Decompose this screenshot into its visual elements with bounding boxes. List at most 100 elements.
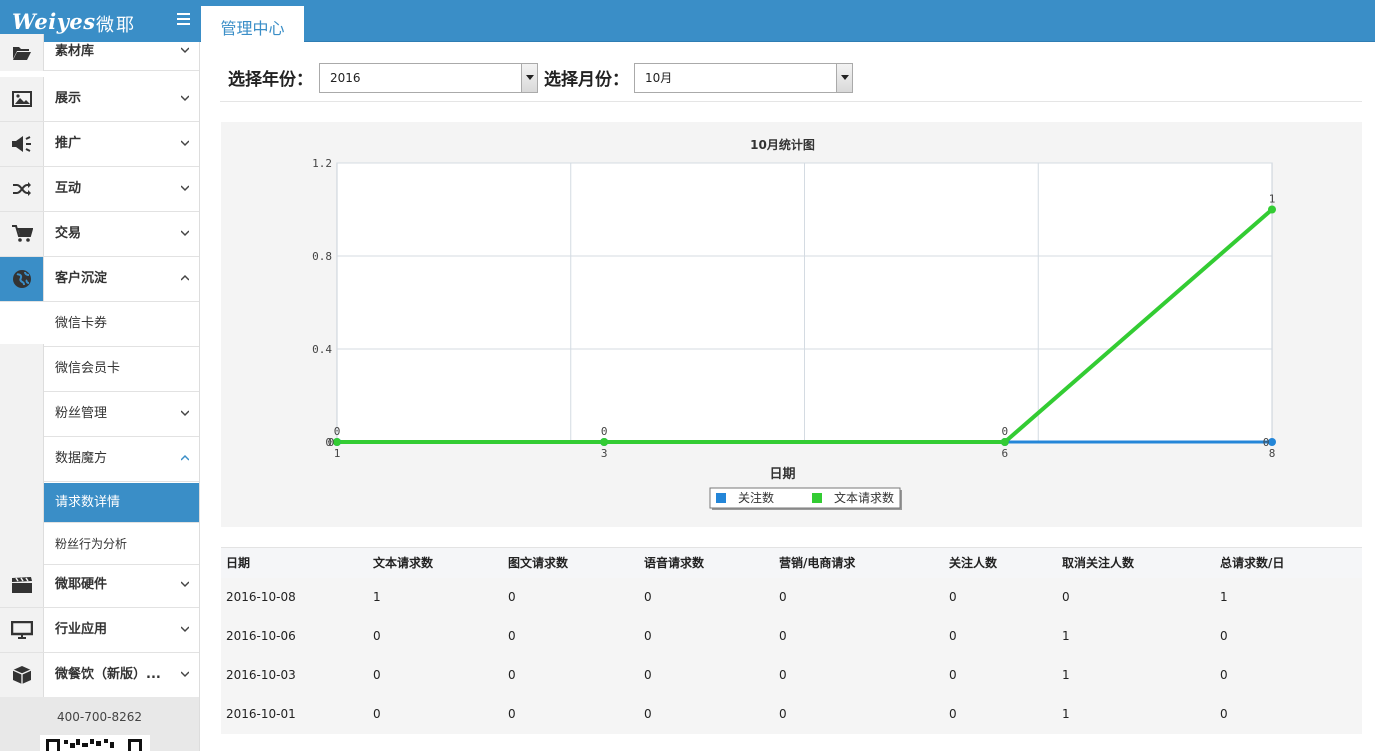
stats-table: 日期 文本请求数 图文请求数 语音请求数 营销/电商请求 关注人数 取消关注人数 总请求数/日… — [221, 547, 1362, 734]
sidebar-subitem-label: 微信会员卡 — [55, 361, 121, 376]
dropdown-arrow-icon[interactable] — [836, 64, 852, 92]
chart-panel: 0 0.4 0.8 1.2 1 3 6 8 10月统计图 日期 0 0 0 1 0 0 关注数 文本请求数 — [221, 122, 1362, 527]
chevron-down-icon — [181, 626, 189, 633]
month-label: 选择月份： — [544, 70, 629, 90]
cube-icon — [0, 653, 44, 697]
table-cell: 2016-10-06 — [221, 616, 368, 656]
data-label: 0 — [328, 436, 335, 449]
table-cell: 0 — [1215, 655, 1362, 695]
tab-management-center[interactable]: 管理中心 — [201, 6, 304, 42]
table-cell: 0 — [774, 655, 944, 695]
column-header: 总请求数/日 — [1215, 547, 1362, 578]
sidebar-subitem-fans-management[interactable]: 粉丝管理 — [44, 392, 199, 437]
column-header: 取消关注人数 — [1057, 547, 1215, 578]
table-cell: 1 — [1057, 694, 1215, 734]
sidebar-item-display[interactable]: 展示 — [0, 77, 199, 122]
sidebar-subitem-label: 数据魔方 — [55, 451, 108, 466]
table-row: 2016-10-01 0 0 0 0 0 1 0 — [221, 694, 1362, 734]
data-label: 0 — [334, 425, 341, 438]
table-row: 2016-10-03 0 0 0 0 0 1 0 — [221, 655, 1362, 695]
sidebar-footer: 400-700-8262 — [0, 697, 199, 751]
sidebar-subitem-wechat-coupon[interactable]: 微信卡券 — [44, 302, 199, 347]
year-select-value: 2016 — [330, 71, 361, 85]
y-tick-label: 0.8 — [312, 250, 332, 263]
table-cell: 2016-10-01 — [221, 694, 368, 734]
data-label: 0 — [1263, 436, 1270, 449]
column-header: 营销/电商请求 — [774, 547, 944, 578]
x-tick-label: 1 — [334, 447, 341, 460]
sidebar-subitem-fans-behavior[interactable]: 粉丝行为分析 — [44, 523, 199, 565]
table-cell: 0 — [1215, 694, 1362, 734]
globe-icon — [0, 257, 44, 301]
legend-label: 关注数 — [738, 490, 774, 505]
data-label: 0 — [1002, 425, 1009, 438]
month-select-value: 10月 — [645, 71, 673, 85]
data-point — [1000, 438, 1009, 446]
sidebar-item-label: 素材库 — [55, 44, 95, 59]
table-cell: 0 — [944, 616, 1057, 656]
chevron-down-icon — [181, 410, 189, 417]
chevron-down-icon — [181, 47, 189, 54]
data-label: 0 — [601, 425, 608, 438]
table-cell: 0 — [1057, 577, 1215, 617]
sidebar-item-promotion[interactable]: 推广 — [0, 122, 199, 167]
table-cell: 1 — [1057, 655, 1215, 695]
table-cell: 0 — [944, 694, 1057, 734]
month-select[interactable]: 10月 — [634, 63, 853, 93]
table-cell: 1 — [1057, 616, 1215, 656]
sidebar-item-label: 行业应用 — [55, 622, 108, 637]
table-cell: 0 — [774, 577, 944, 617]
year-select[interactable]: 2016 — [319, 63, 538, 93]
dropdown-arrow-icon[interactable] — [521, 64, 537, 92]
sidebar-subitem-label: 粉丝管理 — [55, 406, 108, 421]
sidebar-item-materials[interactable]: 素材库 — [0, 34, 199, 71]
sidebar-item-customer[interactable]: 客户沉淀 — [0, 257, 199, 302]
column-header: 关注人数 — [944, 547, 1057, 578]
table-cell: 0 — [368, 616, 503, 656]
sidebar-item-catering[interactable]: 微餐饮（新版）... — [0, 653, 199, 698]
sidebar-item-hardware[interactable]: 微耶硬件 — [0, 563, 199, 608]
table-cell: 0 — [944, 655, 1057, 695]
legend-swatch — [716, 493, 726, 503]
sidebar-subitem-label: 微信卡券 — [55, 316, 108, 331]
folder-open-icon — [0, 34, 44, 71]
column-header: 图文请求数 — [503, 547, 639, 578]
chevron-up-icon — [181, 274, 189, 281]
table-cell: 0 — [639, 694, 774, 734]
monitor-icon — [0, 608, 44, 652]
sidebar-item-interaction[interactable]: 互动 — [0, 167, 199, 212]
x-tick-label: 3 — [601, 447, 608, 460]
menu-toggle-icon[interactable] — [177, 13, 190, 26]
app-window: Weiyes 微耶 管理中心 素材库 展示 推广 互动 交易 客户沉淀 微信卡券… — [0, 0, 1375, 751]
table-cell: 0 — [774, 694, 944, 734]
column-header: 文本请求数 — [368, 547, 503, 578]
table-cell: 0 — [368, 655, 503, 695]
column-header: 日期 — [221, 547, 368, 578]
sidebar-subitem-member-card[interactable]: 微信会员卡 — [44, 347, 199, 392]
sidebar-subitem-label: 粉丝行为分析 — [55, 537, 128, 551]
clapper-icon — [0, 563, 44, 607]
table-cell: 1 — [368, 577, 503, 617]
table-header-row: 日期 文本请求数 图文请求数 语音请求数 营销/电商请求 关注人数 取消关注人数 总请求数/日 — [221, 547, 1362, 578]
sidebar-subitem-request-details[interactable]: 请求数详情 — [44, 483, 199, 523]
chevron-down-icon — [181, 140, 189, 147]
table-cell: 0 — [368, 694, 503, 734]
sidebar-item-trade[interactable]: 交易 — [0, 212, 199, 257]
sidebar-subitem-data-cube[interactable]: 数据魔方 — [44, 437, 199, 482]
table-row: 2016-10-08 1 0 0 0 0 0 1 — [221, 577, 1362, 617]
x-tick-label: 8 — [1269, 447, 1276, 460]
x-axis-label: 日期 — [769, 467, 795, 482]
table-body: 2016-10-08 1 0 0 0 0 0 1 2016-10-06 0 0 0 0 0 1 0 2016-1… — [221, 577, 1362, 734]
sidebar: 素材库 展示 推广 互动 交易 客户沉淀 微信卡券 微信会员卡 粉丝管理 数据魔… — [0, 34, 200, 751]
sidebar-item-label: 展示 — [55, 91, 82, 106]
chevron-down-icon — [181, 95, 189, 102]
qr-code — [40, 735, 150, 751]
table-cell: 0 — [503, 655, 639, 695]
year-label: 选择年份： — [228, 70, 313, 90]
sidebar-item-industry-apps[interactable]: 行业应用 — [0, 608, 199, 653]
table-cell: 1 — [1215, 577, 1362, 617]
table-cell: 0 — [1215, 616, 1362, 656]
legend-label: 文本请求数 — [834, 490, 894, 505]
table-cell: 0 — [774, 616, 944, 656]
table-cell: 0 — [503, 694, 639, 734]
